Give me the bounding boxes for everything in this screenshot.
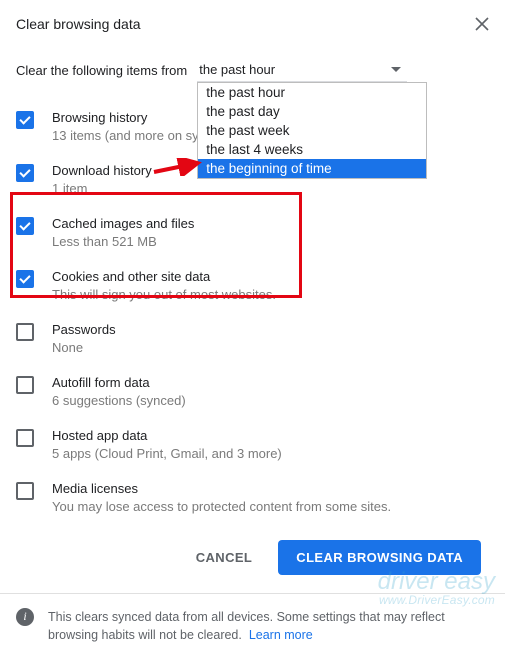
option-title: Cookies and other site data <box>52 269 481 284</box>
clear-button[interactable]: CLEAR BROWSING DATA <box>278 540 481 575</box>
time-range-options[interactable]: the past hour the past day the past week… <box>197 82 427 179</box>
option-title: Cached images and files <box>52 216 481 231</box>
option-title: Autofill form data <box>52 375 481 390</box>
option-subtitle: Less than 521 MB <box>52 234 481 249</box>
info-icon: i <box>16 608 34 626</box>
cancel-button[interactable]: CANCEL <box>178 540 271 575</box>
checkbox[interactable] <box>16 482 34 500</box>
option-title: Passwords <box>52 322 481 337</box>
option-subtitle: 5 apps (Cloud Print, Gmail, and 3 more) <box>52 446 481 461</box>
footer-text: This clears synced data from all devices… <box>48 610 445 642</box>
option-subtitle: None <box>52 340 481 355</box>
option-title: Hosted app data <box>52 428 481 443</box>
dropdown-option[interactable]: the beginning of time <box>198 159 426 178</box>
checkbox[interactable] <box>16 323 34 341</box>
dialog-header: Clear browsing data <box>16 16 489 32</box>
dropdown-option[interactable]: the last 4 weeks <box>198 140 426 159</box>
time-range-value: the past hour <box>199 62 275 77</box>
checkbox[interactable] <box>16 429 34 447</box>
close-icon[interactable] <box>475 17 489 31</box>
time-range-row: Clear the following items from the past … <box>16 58 489 86</box>
option-passwords: Passwords None <box>16 312 481 365</box>
option-cached-images: Cached images and files Less than 521 MB <box>16 206 481 259</box>
checkbox[interactable] <box>16 376 34 394</box>
option-hosted-app: Hosted app data 5 apps (Cloud Print, Gma… <box>16 418 481 471</box>
time-range-dropdown[interactable]: the past hour the past hour the past day… <box>197 58 407 82</box>
footer-notice: i This clears synced data from all devic… <box>0 593 505 658</box>
dropdown-option[interactable]: the past week <box>198 121 426 140</box>
option-subtitle: You may lose access to protected content… <box>52 499 481 514</box>
checkbox[interactable] <box>16 164 34 182</box>
checkbox[interactable] <box>16 111 34 129</box>
option-subtitle: 6 suggestions (synced) <box>52 393 481 408</box>
dialog-title: Clear browsing data <box>16 16 141 32</box>
option-title: Media licenses <box>52 481 481 496</box>
chevron-down-icon <box>391 67 401 72</box>
option-subtitle: This will sign you out of most websites. <box>52 287 481 302</box>
option-autofill: Autofill form data 6 suggestions (synced… <box>16 365 481 418</box>
checkbox[interactable] <box>16 217 34 235</box>
dropdown-option[interactable]: the past day <box>198 102 426 121</box>
option-media-licenses: Media licenses You may lose access to pr… <box>16 471 481 524</box>
learn-more-link[interactable]: Learn more <box>249 628 313 642</box>
option-cookies: Cookies and other site data This will si… <box>16 259 481 312</box>
time-range-label: Clear the following items from <box>16 63 187 78</box>
dialog-actions: CANCEL CLEAR BROWSING DATA <box>16 524 489 593</box>
option-subtitle: 1 item <box>52 181 481 196</box>
dropdown-option[interactable]: the past hour <box>198 83 426 102</box>
checkbox[interactable] <box>16 270 34 288</box>
